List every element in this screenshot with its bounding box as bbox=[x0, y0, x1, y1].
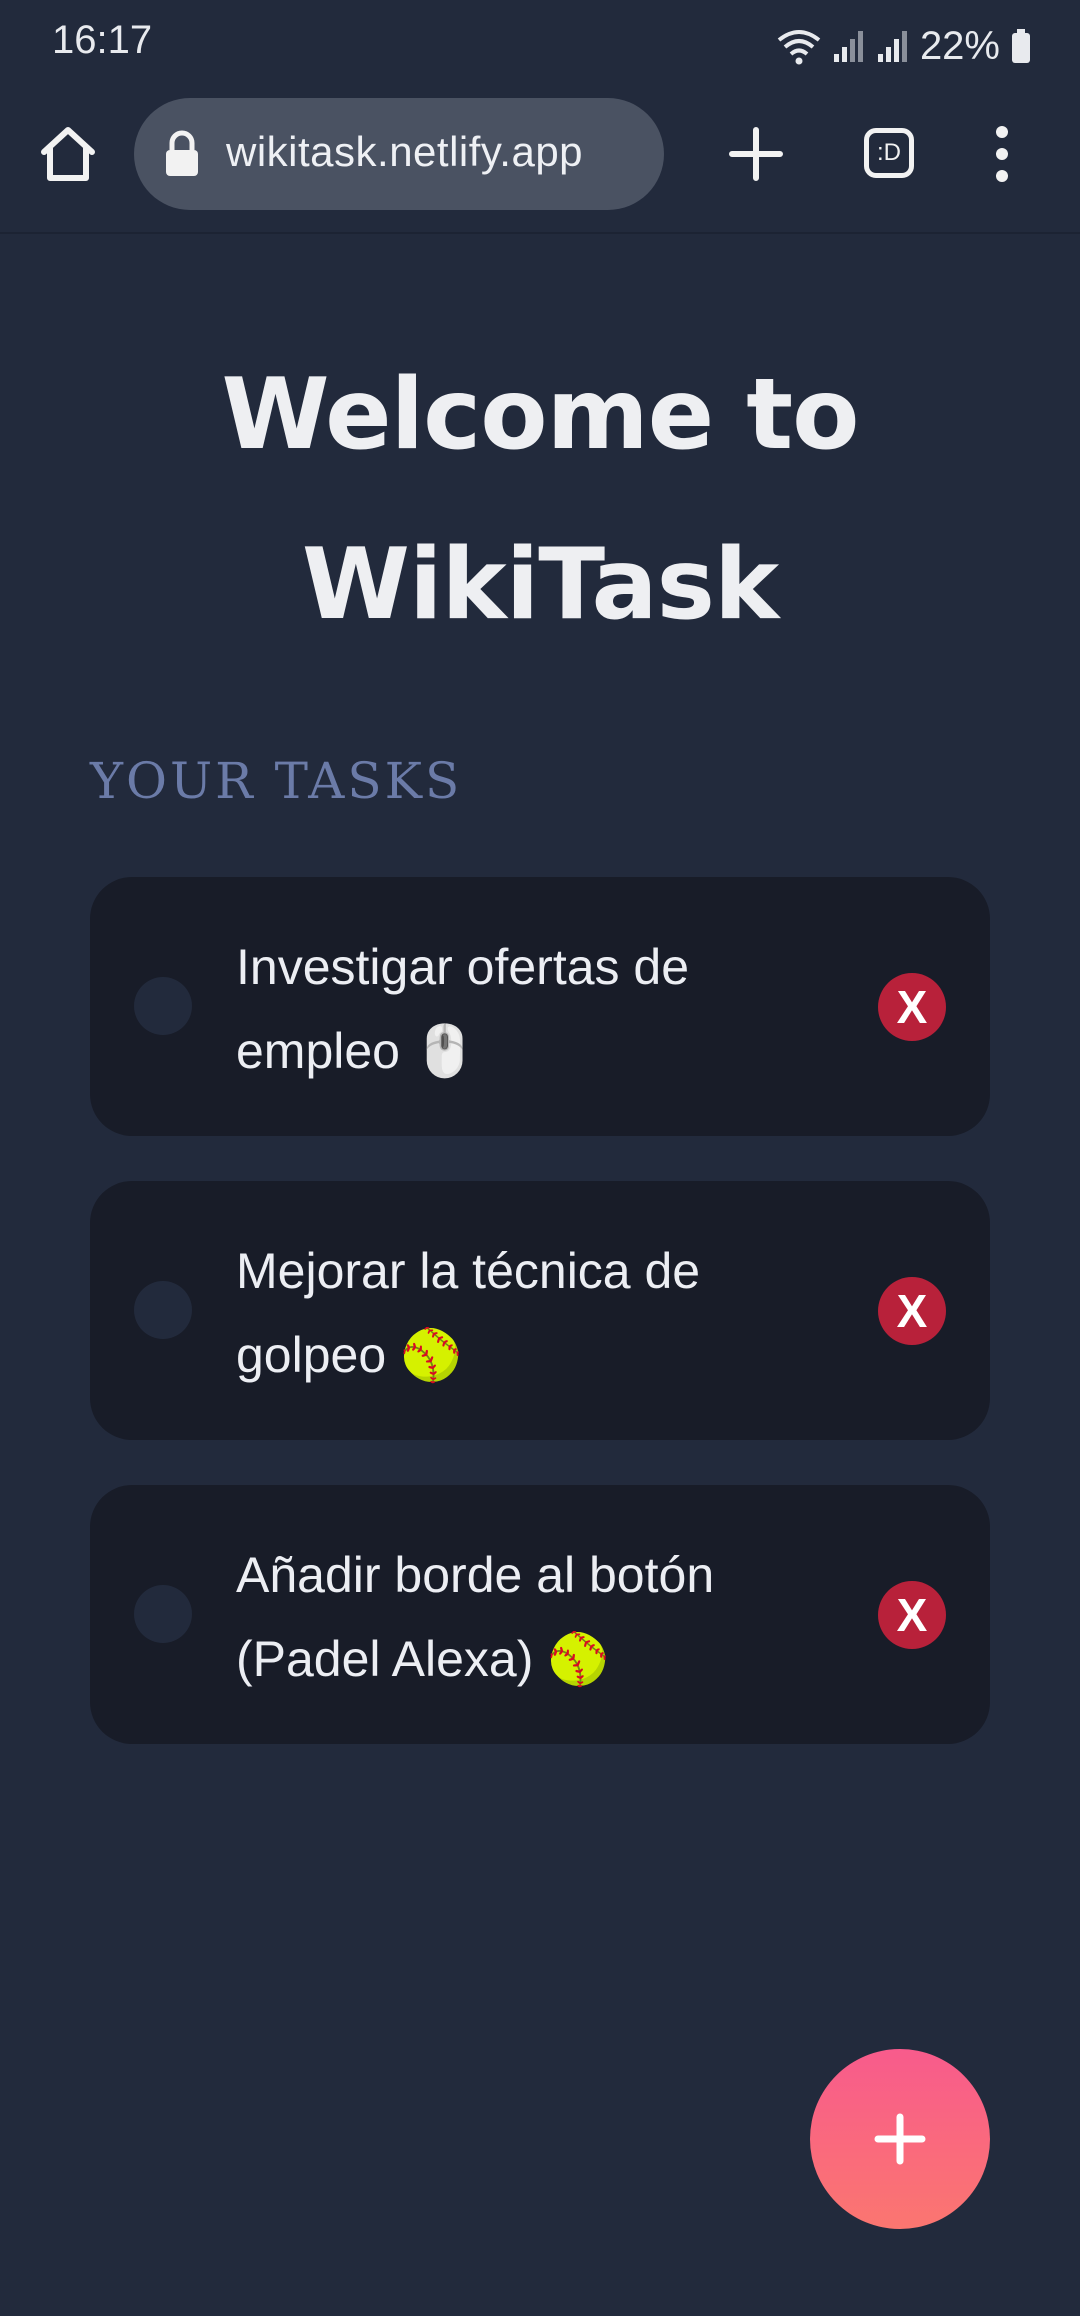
signal-icon bbox=[877, 31, 907, 62]
section-label: YOUR TASKS bbox=[90, 752, 463, 810]
task-text: Añadir borde al botón (Padel Alexa) 🥎 bbox=[236, 1533, 836, 1701]
plus-icon[interactable] bbox=[726, 124, 786, 184]
plus-icon bbox=[874, 2113, 926, 2165]
status-icons: 22% bbox=[776, 18, 1032, 74]
address-bar[interactable]: wikitask.netlify.app bbox=[134, 98, 664, 210]
delete-task-button[interactable]: X bbox=[878, 1277, 946, 1345]
tabs-label: :D bbox=[877, 139, 901, 166]
task-text: Mejorar la técnica de golpeo 🥎 bbox=[236, 1229, 836, 1397]
task-text-line1: Añadir borde al botón bbox=[236, 1547, 715, 1603]
task-text-line2: (Padel Alexa) 🥎 bbox=[236, 1631, 610, 1687]
task-text-line1: Mejorar la técnica de bbox=[236, 1243, 701, 1299]
task-checkbox[interactable] bbox=[134, 1281, 192, 1339]
page-title-line1: Welcome to bbox=[221, 358, 860, 472]
task-text-line2: golpeo 🥎 bbox=[236, 1327, 463, 1383]
add-task-button[interactable] bbox=[810, 2049, 990, 2229]
battery-percent: 22% bbox=[919, 23, 1000, 68]
task-card[interactable]: Añadir borde al botón (Padel Alexa) 🥎 X bbox=[90, 1485, 990, 1744]
status-time: 16:17 bbox=[52, 18, 153, 62]
task-text: Investigar ofertas de empleo 🖱️ bbox=[236, 925, 836, 1093]
task-card[interactable]: Mejorar la técnica de golpeo 🥎 X bbox=[90, 1181, 990, 1440]
battery-icon bbox=[1012, 29, 1030, 63]
browser-toolbar: wikitask.netlify.app :D bbox=[0, 92, 1080, 234]
task-text-line2: empleo 🖱️ bbox=[236, 1023, 477, 1079]
task-checkbox[interactable] bbox=[134, 977, 192, 1035]
more-vert-icon[interactable] bbox=[984, 122, 1020, 186]
task-card[interactable]: Investigar ofertas de empleo 🖱️ X bbox=[90, 877, 990, 1136]
delete-task-button[interactable]: X bbox=[878, 973, 946, 1041]
task-text-line1: Investigar ofertas de bbox=[236, 939, 690, 995]
url-text[interactable]: wikitask.netlify.app bbox=[226, 128, 583, 176]
delete-task-button[interactable]: X bbox=[878, 1581, 946, 1649]
page-title: Welcome to WikiTask bbox=[0, 330, 1080, 670]
status-bar: 16:17 22% bbox=[0, 0, 1080, 92]
wifi-icon bbox=[777, 30, 821, 65]
page-title-line2: WikiTask bbox=[301, 528, 779, 642]
home-icon[interactable] bbox=[36, 122, 100, 186]
task-list: Investigar ofertas de empleo 🖱️ X Mejora… bbox=[90, 877, 990, 1789]
signal-icon bbox=[833, 31, 863, 62]
tabs-button[interactable]: :D bbox=[864, 128, 914, 178]
task-checkbox[interactable] bbox=[134, 1585, 192, 1643]
lock-icon bbox=[166, 130, 198, 176]
